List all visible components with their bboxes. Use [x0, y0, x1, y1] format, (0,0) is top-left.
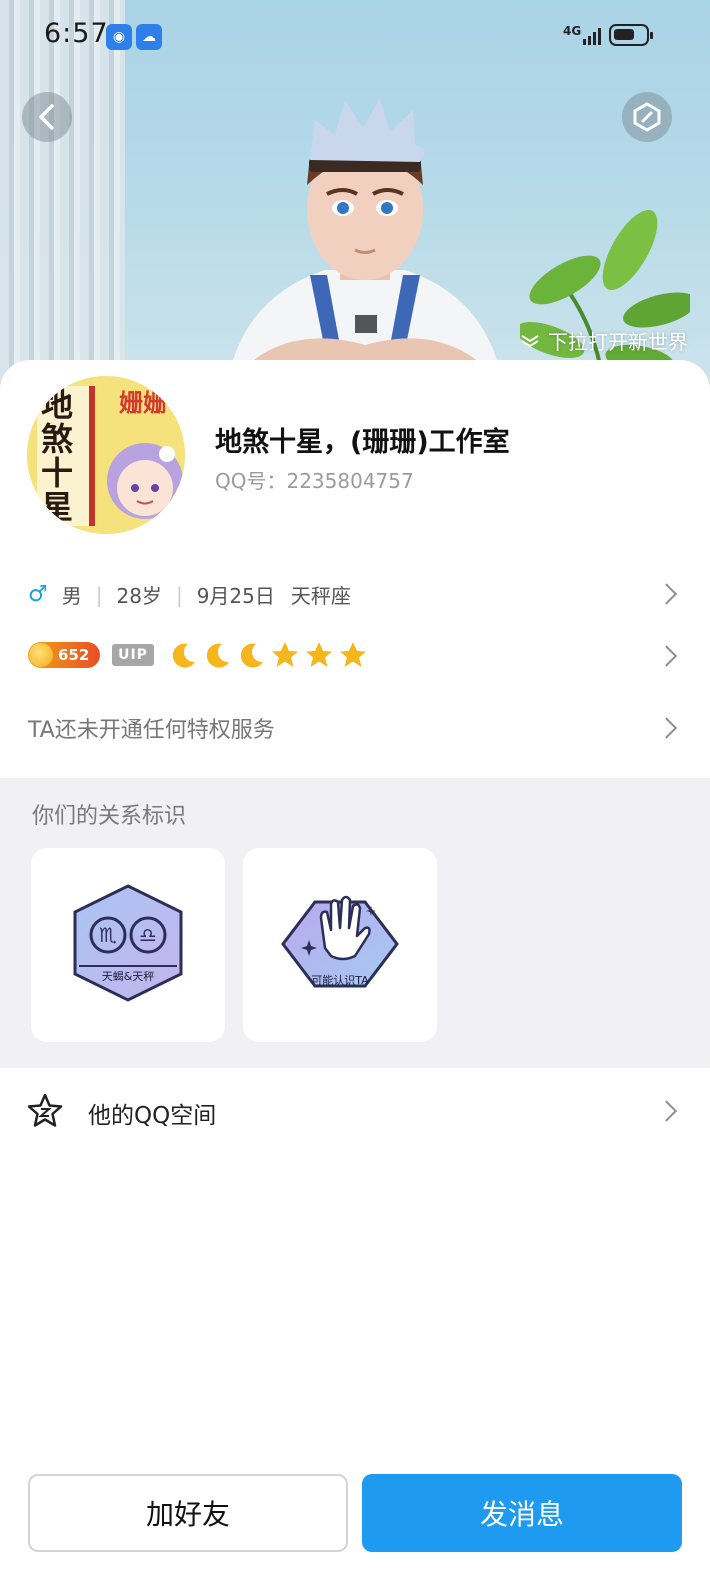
avatar-vertical-text: 地煞十星	[41, 386, 74, 526]
basic-info-row[interactable]: ♂ 男 | 28岁 | 9月25日 天秤座	[0, 564, 710, 624]
level-coin-badge: 652	[28, 642, 100, 668]
qzone-star-icon	[27, 1093, 63, 1127]
privilege-text: TA还未开通任何特权服务	[28, 718, 275, 743]
chevron-left-icon	[39, 104, 54, 130]
gender: 男	[61, 584, 82, 608]
qzone-label: 他的QQ空间	[88, 1103, 217, 1129]
network-type: 4G	[563, 24, 582, 38]
divider: |	[95, 582, 103, 607]
profile-banner[interactable]: 6:57 ◉ ☁ 4G 下拉打开新世界	[0, 0, 710, 400]
relation-card-zodiac[interactable]: ♏ ♎ 天蝎&天秤	[31, 848, 225, 1042]
weather-app-icon: ☁	[136, 24, 162, 50]
vip-badge: UIP	[112, 644, 154, 666]
privilege-row[interactable]: TA还未开通任何特权服务	[0, 698, 710, 758]
male-icon: ♂	[28, 582, 48, 607]
wave-hand-badge-icon	[281, 895, 399, 988]
battery-icon	[609, 24, 653, 46]
add-friend-button[interactable]: 加好友	[28, 1474, 348, 1552]
double-chevron-down-icon	[521, 334, 539, 347]
send-message-button[interactable]: 发消息	[362, 1474, 682, 1552]
divider: |	[175, 582, 183, 607]
star-icon	[272, 642, 298, 667]
qq-number-line: QQ号：2235804757	[215, 465, 414, 494]
age: 28岁	[116, 584, 162, 608]
chevron-right-icon	[655, 1100, 678, 1122]
qq-label: QQ号：	[215, 469, 287, 493]
moon-icon	[172, 643, 195, 668]
chevron-right-icon	[655, 583, 678, 605]
notification-app-icon: ◉	[106, 24, 132, 50]
back-button[interactable]	[22, 92, 72, 142]
qq-number: 2235804757	[286, 469, 414, 493]
star-icon	[306, 642, 332, 667]
relation-card-may-know[interactable]: 可能认识TA	[243, 848, 437, 1042]
relation-label-zodiac: 天蝎&天秤	[101, 970, 155, 983]
moon-icon	[206, 643, 229, 668]
pull-down-hint[interactable]: 下拉打开新世界	[520, 326, 688, 355]
chevron-right-icon	[655, 645, 678, 667]
profile-avatar[interactable]: 地煞十星 姗姗	[27, 376, 185, 534]
chevron-right-icon	[655, 717, 678, 739]
star-icon	[340, 642, 366, 667]
status-bar: 6:57 ◉ ☁ 4G	[0, 0, 710, 70]
level-badges: 652 UIP	[28, 640, 368, 670]
zodiac-badge-icon: ♏ ♎	[73, 884, 183, 1002]
svg-text:♎: ♎	[139, 923, 157, 947]
relation-title: 你们的关系标识	[32, 804, 187, 829]
nickname: 地煞十星，(珊珊)工作室	[215, 427, 510, 458]
relation-label-may-know: 可能认识TA	[311, 974, 369, 987]
avatar-3d-character	[225, 98, 505, 400]
birthday: 9月25日	[196, 584, 275, 608]
hexagon-icon	[633, 102, 661, 132]
svg-text:♏: ♏	[99, 923, 117, 947]
moon-icon	[240, 643, 263, 668]
pull-hint-text: 下拉打开新世界	[548, 330, 688, 354]
more-options-button[interactable]	[622, 92, 672, 142]
level-icons	[168, 640, 368, 670]
level-row[interactable]: 652 UIP	[0, 626, 710, 686]
basic-info: ♂ 男 | 28岁 | 9月25日 天秤座	[28, 580, 351, 609]
qzone-row[interactable]: 他的QQ空间	[0, 1080, 710, 1142]
relation-section: 你们的关系标识 ♏ ♎ 天蝎&天秤 可能认识TA	[0, 778, 710, 1068]
signal-icon	[583, 28, 601, 45]
constellation: 天秤座	[290, 584, 351, 608]
status-time: 6:57	[44, 18, 109, 49]
avatar-side-text: 姗姗	[119, 389, 167, 417]
